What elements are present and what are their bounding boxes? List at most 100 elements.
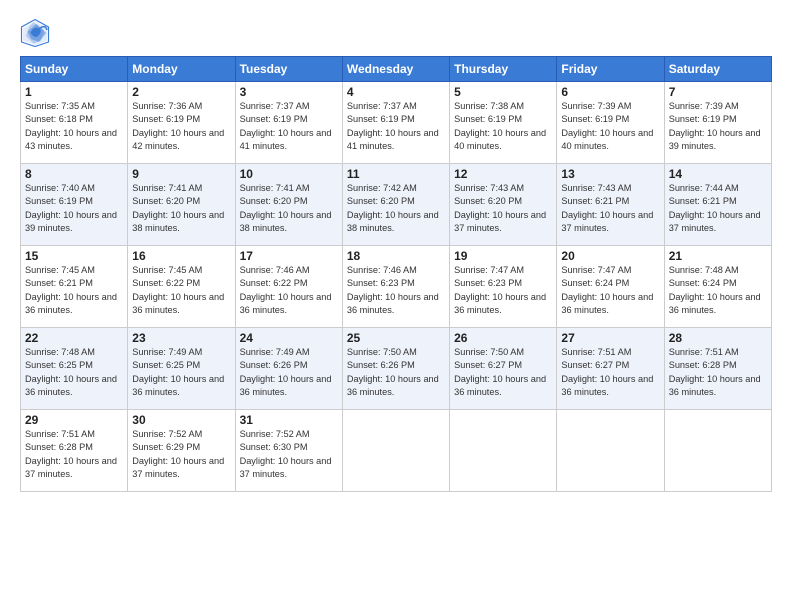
calendar-cell: 18 Sunrise: 7:46 AMSunset: 6:23 PMDayligh… (342, 246, 449, 328)
day-info: Sunrise: 7:52 AMSunset: 6:30 PMDaylight:… (240, 429, 332, 479)
calendar-cell: 6 Sunrise: 7:39 AMSunset: 6:19 PMDaylight… (557, 82, 664, 164)
calendar-week-row: 22 Sunrise: 7:48 AMSunset: 6:25 PMDayligh… (21, 328, 772, 410)
calendar-cell: 30Sunrise: 7:52 AMSunset: 6:29 PMDayligh… (128, 410, 235, 492)
day-number: 20 (561, 249, 659, 263)
day-number: 21 (669, 249, 767, 263)
calendar-cell: 9Sunrise: 7:41 AMSunset: 6:20 PMDaylight… (128, 164, 235, 246)
day-info: Sunrise: 7:52 AMSunset: 6:29 PMDaylight:… (132, 429, 224, 479)
calendar-cell: 23Sunrise: 7:49 AMSunset: 6:25 PMDayligh… (128, 328, 235, 410)
day-info: Sunrise: 7:49 AMSunset: 6:26 PMDaylight:… (240, 347, 332, 397)
day-number: 13 (561, 167, 659, 181)
day-number: 31 (240, 413, 338, 427)
day-number: 24 (240, 331, 338, 345)
day-info: Sunrise: 7:48 AMSunset: 6:25 PMDaylight:… (25, 347, 117, 397)
calendar-cell: 28 Sunrise: 7:51 AMSunset: 6:28 PMDayligh… (664, 328, 771, 410)
day-number: 26 (454, 331, 552, 345)
day-info: Sunrise: 7:44 AMSunset: 6:21 PMDaylight:… (669, 183, 761, 233)
day-info: Sunrise: 7:38 AMSunset: 6:19 PMDaylight:… (454, 101, 546, 151)
calendar-cell: 1 Sunrise: 7:35 AMSunset: 6:18 PMDaylight… (21, 82, 128, 164)
day-info: Sunrise: 7:39 AMSunset: 6:19 PMDaylight:… (669, 101, 761, 151)
day-info: Sunrise: 7:37 AMSunset: 6:19 PMDaylight:… (240, 101, 332, 151)
day-info: Sunrise: 7:43 AMSunset: 6:21 PMDaylight:… (561, 183, 653, 233)
day-info: Sunrise: 7:37 AMSunset: 6:19 PMDaylight:… (347, 101, 439, 151)
day-number: 11 (347, 167, 445, 181)
day-number: 6 (561, 85, 659, 99)
calendar-cell: 12Sunrise: 7:43 AMSunset: 6:20 PMDayligh… (450, 164, 557, 246)
day-info: Sunrise: 7:49 AMSunset: 6:25 PMDaylight:… (132, 347, 224, 397)
day-number: 3 (240, 85, 338, 99)
day-header-sunday: Sunday (21, 57, 128, 82)
day-number: 8 (25, 167, 123, 181)
calendar-cell: 31 Sunrise: 7:52 AMSunset: 6:30 PMDayligh… (235, 410, 342, 492)
calendar-table: SundayMondayTuesdayWednesdayThursdayFrid… (20, 56, 772, 492)
day-number: 9 (132, 167, 230, 181)
calendar-cell: 13 Sunrise: 7:43 AMSunset: 6:21 PMDayligh… (557, 164, 664, 246)
calendar-cell: 11 Sunrise: 7:42 AMSunset: 6:20 PMDayligh… (342, 164, 449, 246)
day-info: Sunrise: 7:46 AMSunset: 6:23 PMDaylight:… (347, 265, 439, 315)
day-number: 28 (669, 331, 767, 345)
calendar-cell: 15 Sunrise: 7:45 AMSunset: 6:21 PMDayligh… (21, 246, 128, 328)
calendar-cell: 4 Sunrise: 7:37 AMSunset: 6:19 PMDaylight… (342, 82, 449, 164)
day-info: Sunrise: 7:46 AMSunset: 6:22 PMDaylight:… (240, 265, 332, 315)
day-number: 10 (240, 167, 338, 181)
day-number: 25 (347, 331, 445, 345)
calendar-cell: 7 Sunrise: 7:39 AMSunset: 6:19 PMDaylight… (664, 82, 771, 164)
day-header-thursday: Thursday (450, 57, 557, 82)
calendar-week-row: 29Sunrise: 7:51 AMSunset: 6:28 PMDayligh… (21, 410, 772, 492)
day-number: 4 (347, 85, 445, 99)
calendar-page: SundayMondayTuesdayWednesdayThursdayFrid… (0, 0, 792, 612)
day-number: 7 (669, 85, 767, 99)
day-header-tuesday: Tuesday (235, 57, 342, 82)
calendar-cell: 22 Sunrise: 7:48 AMSunset: 6:25 PMDayligh… (21, 328, 128, 410)
day-number: 16 (132, 249, 230, 263)
day-number: 27 (561, 331, 659, 345)
day-info: Sunrise: 7:45 AMSunset: 6:22 PMDaylight:… (132, 265, 224, 315)
calendar-cell: 10 Sunrise: 7:41 AMSunset: 6:20 PMDayligh… (235, 164, 342, 246)
day-info: Sunrise: 7:41 AMSunset: 6:20 PMDaylight:… (240, 183, 332, 233)
calendar-cell: 3 Sunrise: 7:37 AMSunset: 6:19 PMDaylight… (235, 82, 342, 164)
day-header-monday: Monday (128, 57, 235, 82)
calendar-cell: 2Sunrise: 7:36 AMSunset: 6:19 PMDaylight… (128, 82, 235, 164)
calendar-week-row: 1 Sunrise: 7:35 AMSunset: 6:18 PMDaylight… (21, 82, 772, 164)
day-info: Sunrise: 7:42 AMSunset: 6:20 PMDaylight:… (347, 183, 439, 233)
calendar-cell: 24 Sunrise: 7:49 AMSunset: 6:26 PMDayligh… (235, 328, 342, 410)
day-info: Sunrise: 7:39 AMSunset: 6:19 PMDaylight:… (561, 101, 653, 151)
calendar-cell: 25Sunrise: 7:50 AMSunset: 6:26 PMDayligh… (342, 328, 449, 410)
calendar-cell: 19 Sunrise: 7:47 AMSunset: 6:23 PMDayligh… (450, 246, 557, 328)
calendar-cell (557, 410, 664, 492)
calendar-week-row: 15 Sunrise: 7:45 AMSunset: 6:21 PMDayligh… (21, 246, 772, 328)
day-info: Sunrise: 7:51 AMSunset: 6:27 PMDaylight:… (561, 347, 653, 397)
day-info: Sunrise: 7:50 AMSunset: 6:27 PMDaylight:… (454, 347, 546, 397)
day-number: 19 (454, 249, 552, 263)
calendar-header-row: SundayMondayTuesdayWednesdayThursdayFrid… (21, 57, 772, 82)
day-info: Sunrise: 7:45 AMSunset: 6:21 PMDaylight:… (25, 265, 117, 315)
day-info: Sunrise: 7:48 AMSunset: 6:24 PMDaylight:… (669, 265, 761, 315)
day-number: 15 (25, 249, 123, 263)
day-info: Sunrise: 7:40 AMSunset: 6:19 PMDaylight:… (25, 183, 117, 233)
calendar-cell: 17Sunrise: 7:46 AMSunset: 6:22 PMDayligh… (235, 246, 342, 328)
calendar-week-row: 8 Sunrise: 7:40 AMSunset: 6:19 PMDaylight… (21, 164, 772, 246)
day-info: Sunrise: 7:36 AMSunset: 6:19 PMDaylight:… (132, 101, 224, 151)
calendar-cell (342, 410, 449, 492)
day-header-friday: Friday (557, 57, 664, 82)
header (20, 18, 772, 48)
day-info: Sunrise: 7:35 AMSunset: 6:18 PMDaylight:… (25, 101, 117, 151)
calendar-cell: 26 Sunrise: 7:50 AMSunset: 6:27 PMDayligh… (450, 328, 557, 410)
calendar-cell (450, 410, 557, 492)
day-number: 29 (25, 413, 123, 427)
day-number: 18 (347, 249, 445, 263)
day-number: 14 (669, 167, 767, 181)
calendar-cell: 5 Sunrise: 7:38 AMSunset: 6:19 PMDaylight… (450, 82, 557, 164)
day-number: 22 (25, 331, 123, 345)
calendar-cell (664, 410, 771, 492)
calendar-cell: 21 Sunrise: 7:48 AMSunset: 6:24 PMDayligh… (664, 246, 771, 328)
day-info: Sunrise: 7:51 AMSunset: 6:28 PMDaylight:… (669, 347, 761, 397)
logo (20, 18, 54, 48)
day-header-saturday: Saturday (664, 57, 771, 82)
logo-icon (20, 18, 50, 48)
day-info: Sunrise: 7:47 AMSunset: 6:23 PMDaylight:… (454, 265, 546, 315)
day-number: 1 (25, 85, 123, 99)
calendar-cell: 27 Sunrise: 7:51 AMSunset: 6:27 PMDayligh… (557, 328, 664, 410)
day-number: 5 (454, 85, 552, 99)
day-info: Sunrise: 7:47 AMSunset: 6:24 PMDaylight:… (561, 265, 653, 315)
